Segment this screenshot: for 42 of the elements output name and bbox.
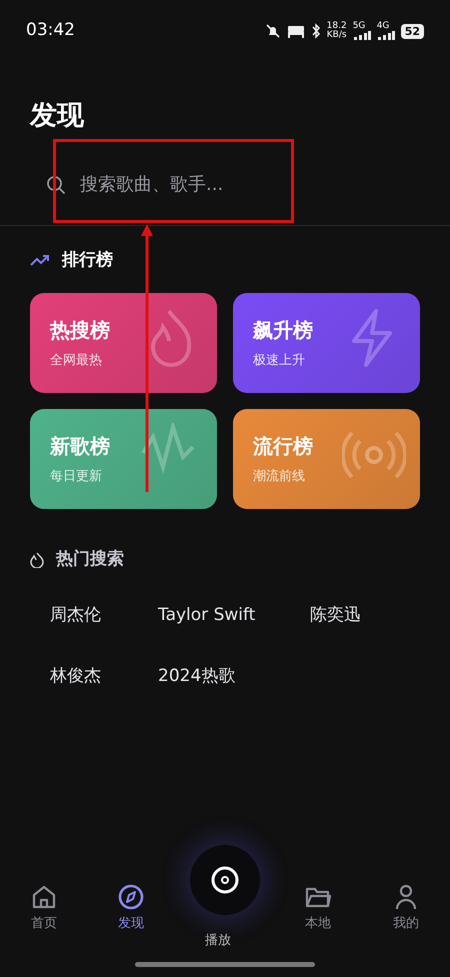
tab-label: 播放: [205, 932, 231, 950]
home-icon: [31, 884, 57, 910]
disc-icon: [210, 865, 240, 895]
card-title: 新歌榜: [50, 433, 110, 460]
bluetooth-icon: [310, 23, 321, 39]
search-term[interactable]: 周杰伦: [50, 602, 158, 628]
page-title: 发现: [30, 100, 84, 131]
card-subtitle: 潮流前线: [253, 468, 305, 486]
card-title: 流行榜: [253, 433, 313, 460]
card-title: 飙升榜: [253, 317, 313, 344]
section-title: 热门搜索: [56, 548, 124, 571]
search-icon: [46, 174, 66, 194]
tab-item[interactable]: 我的: [376, 884, 436, 933]
status-time: 03:42: [26, 19, 75, 42]
network-label: 4G: [376, 22, 390, 31]
card-subtitle: 极速上升: [253, 352, 305, 370]
network-label: 5G: [352, 22, 366, 31]
bed-icon: [286, 24, 305, 38]
network-speed: 18.2: [326, 22, 347, 31]
section-title: 排行榜: [62, 248, 113, 272]
signal-icon: [376, 31, 395, 40]
tab-item[interactable]: 发现: [101, 884, 161, 933]
search-field[interactable]: 搜索歌曲、歌手...: [78, 170, 298, 199]
chart-card[interactable]: 飙升榜 极速上升: [233, 293, 420, 393]
card-title: 热搜榜: [50, 317, 110, 344]
search-term[interactable]: 林俊杰: [50, 664, 158, 690]
speed-unit: KB/s: [326, 31, 347, 40]
tab-item[interactable]: 本地: [288, 884, 348, 933]
search-term[interactable]: 2024热歌: [158, 664, 310, 690]
mute-bell-icon: [264, 23, 281, 39]
search-term[interactable]: Taylor Swift: [158, 602, 310, 628]
tab-item[interactable]: 首页: [14, 884, 74, 933]
battery-indicator: 52: [400, 24, 424, 38]
signal-icon: [352, 31, 371, 40]
chart-card[interactable]: 热搜榜 全网最热: [30, 293, 217, 393]
compass-icon: [118, 884, 144, 910]
card-subtitle: 全网最热: [50, 352, 102, 370]
user-icon: [393, 884, 419, 910]
card-subtitle: 每日更新: [50, 468, 102, 486]
flame-icon: [30, 552, 44, 568]
search-term[interactable]: 陈奕迅: [310, 602, 410, 628]
trend-icon: [30, 253, 50, 268]
